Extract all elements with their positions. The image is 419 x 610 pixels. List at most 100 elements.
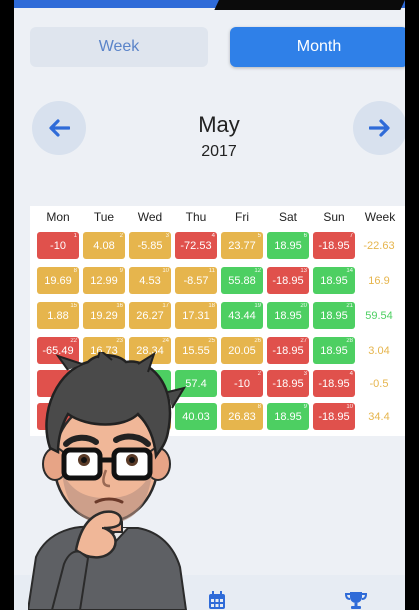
day-number: 10 — [346, 404, 353, 410]
day-cell[interactable]: 43.44 19 — [221, 302, 263, 329]
week-total: 16.9 — [368, 275, 390, 287]
day-cell[interactable]: 20.05 26 — [221, 337, 263, 364]
day-number: 9 — [303, 404, 307, 410]
day-cell[interactable]: 18.95 9 — [267, 403, 309, 430]
day-cell[interactable]: -10 2 — [221, 370, 263, 397]
day-value: 57.4 — [185, 377, 207, 390]
day-number: 1 — [73, 233, 77, 239]
next-month-button[interactable] — [353, 101, 405, 155]
day-number: 24 — [162, 338, 169, 344]
day-value: -18.95 — [272, 344, 304, 357]
day-value: 19.69 — [44, 274, 72, 287]
day-value: 18.95 — [274, 410, 302, 423]
day-number: 8 — [73, 268, 77, 274]
day-cell[interactable]: -18.95 27 — [267, 337, 309, 364]
day-number: 20 — [300, 303, 307, 309]
day-cell[interactable]: 55.88 12 — [221, 267, 263, 294]
day-value: 4.08 — [93, 239, 115, 252]
cartoon-thinking-man-avatar — [28, 352, 188, 610]
calendar-icon[interactable] — [208, 591, 226, 610]
day-value: -18.95 — [318, 377, 350, 390]
day-cell[interactable]: 19.69 8 — [37, 267, 79, 294]
arrow-left-icon — [49, 119, 70, 137]
header-week: Week — [364, 210, 396, 224]
day-value: -72.53 — [180, 239, 212, 252]
day-cell[interactable]: 18.95 21 — [313, 302, 355, 329]
previous-month-button[interactable] — [32, 101, 86, 155]
day-cell[interactable]: 18.95 20 — [267, 302, 309, 329]
day-cell[interactable]: -10 1 — [37, 232, 79, 259]
day-value: 1.88 — [47, 309, 69, 322]
day-value: -10 — [234, 377, 250, 390]
day-number: 2 — [119, 233, 123, 239]
week-total: -0.5 — [369, 378, 389, 390]
day-number: 14 — [346, 268, 353, 274]
day-cell[interactable]: 26.27 17 — [129, 302, 171, 329]
month-toggle-button[interactable]: Month — [230, 27, 405, 67]
day-number: 10 — [162, 268, 169, 274]
day-cell[interactable]: -18.95 4 — [313, 370, 355, 397]
header-sat: Sat — [278, 210, 297, 224]
week-total: -22.63 — [363, 240, 395, 252]
day-value: -10 — [50, 239, 66, 252]
day-number: 26 — [254, 338, 261, 344]
day-cell[interactable]: 4.08 2 — [83, 232, 125, 259]
header-tue: Tue — [93, 210, 115, 224]
day-cell[interactable]: -8.57 11 — [175, 267, 217, 294]
day-number: 8 — [257, 404, 261, 410]
day-cell[interactable]: 1.88 15 — [37, 302, 79, 329]
day-number: 7 — [349, 233, 353, 239]
day-cell[interactable]: 12.99 9 — [83, 267, 125, 294]
trophy-icon[interactable] — [345, 591, 367, 610]
week-total: 59.54 — [365, 310, 393, 322]
day-cell[interactable]: 18.95 14 — [313, 267, 355, 294]
day-cell[interactable]: 18.95 6 — [267, 232, 309, 259]
day-number: 16 — [116, 303, 123, 309]
day-number: 17 — [162, 303, 169, 309]
day-value: -18.95 — [318, 410, 350, 423]
day-value: 23.77 — [228, 239, 256, 252]
day-cell[interactable]: -18.95 3 — [267, 370, 309, 397]
day-cell[interactable]: -5.85 3 — [129, 232, 171, 259]
day-value: 18.95 — [320, 344, 348, 357]
day-cell[interactable]: -18.95 10 — [313, 403, 355, 430]
day-number: 25 — [208, 338, 215, 344]
day-number: 9 — [119, 268, 123, 274]
day-number: 21 — [346, 303, 353, 309]
week-total: 3.04 — [368, 345, 390, 357]
day-cell[interactable]: 4.53 10 — [129, 267, 171, 294]
header-wed: Wed — [137, 210, 163, 224]
day-number: 27 — [300, 338, 307, 344]
day-value: -18.95 — [272, 377, 304, 390]
day-value: 18.95 — [274, 309, 302, 322]
day-number: 19 — [254, 303, 261, 309]
day-cell[interactable]: -72.53 4 — [175, 232, 217, 259]
day-value: -8.57 — [183, 274, 209, 287]
day-number: 6 — [303, 233, 307, 239]
day-cell[interactable]: -18.95 13 — [267, 267, 309, 294]
day-value: 19.29 — [90, 309, 118, 322]
day-cell[interactable]: 17.31 18 — [175, 302, 217, 329]
header-mon: Mon — [46, 210, 70, 224]
day-number: 11 — [208, 268, 215, 274]
day-cell[interactable]: 19.29 16 — [83, 302, 125, 329]
day-number: 12 — [254, 268, 261, 274]
day-cell[interactable]: 23.77 5 — [221, 232, 263, 259]
week-toggle-button[interactable]: Week — [30, 27, 208, 67]
day-number: 18 — [208, 303, 215, 309]
day-cell[interactable]: 26.83 8 — [221, 403, 263, 430]
day-value: 26.27 — [136, 309, 164, 322]
day-number: 13 — [300, 268, 307, 274]
day-value: 55.88 — [228, 274, 256, 287]
day-number: 15 — [70, 303, 77, 309]
day-value: 43.44 — [228, 309, 256, 322]
day-value: -5.85 — [137, 239, 163, 252]
day-value: 18.95 — [320, 309, 348, 322]
day-cell[interactable]: 18.95 28 — [313, 337, 355, 364]
day-number: 23 — [116, 338, 123, 344]
day-number: 5 — [257, 233, 261, 239]
day-number: 22 — [70, 338, 77, 344]
day-value: 17.31 — [182, 309, 210, 322]
day-cell[interactable]: -18.95 7 — [313, 232, 355, 259]
day-number: 4 — [211, 233, 215, 239]
